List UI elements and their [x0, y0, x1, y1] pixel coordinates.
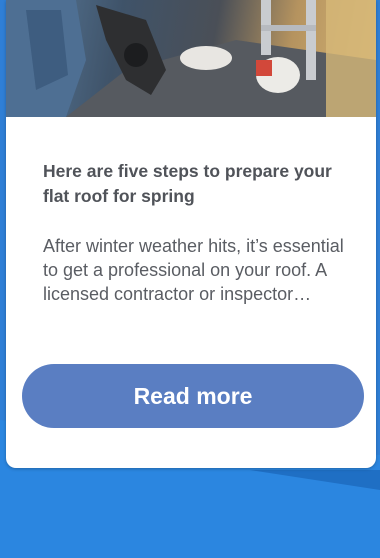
article-excerpt: After winter weather hits, it’s essentia… [43, 236, 344, 304]
read-more-button[interactable]: Read more [22, 364, 364, 428]
article-image [6, 0, 376, 117]
roofers-illustration [6, 0, 376, 117]
article-title: Here are five steps to prepare your flat… [43, 161, 332, 206]
article-card: Here are five steps to prepare your flat… [6, 0, 376, 468]
